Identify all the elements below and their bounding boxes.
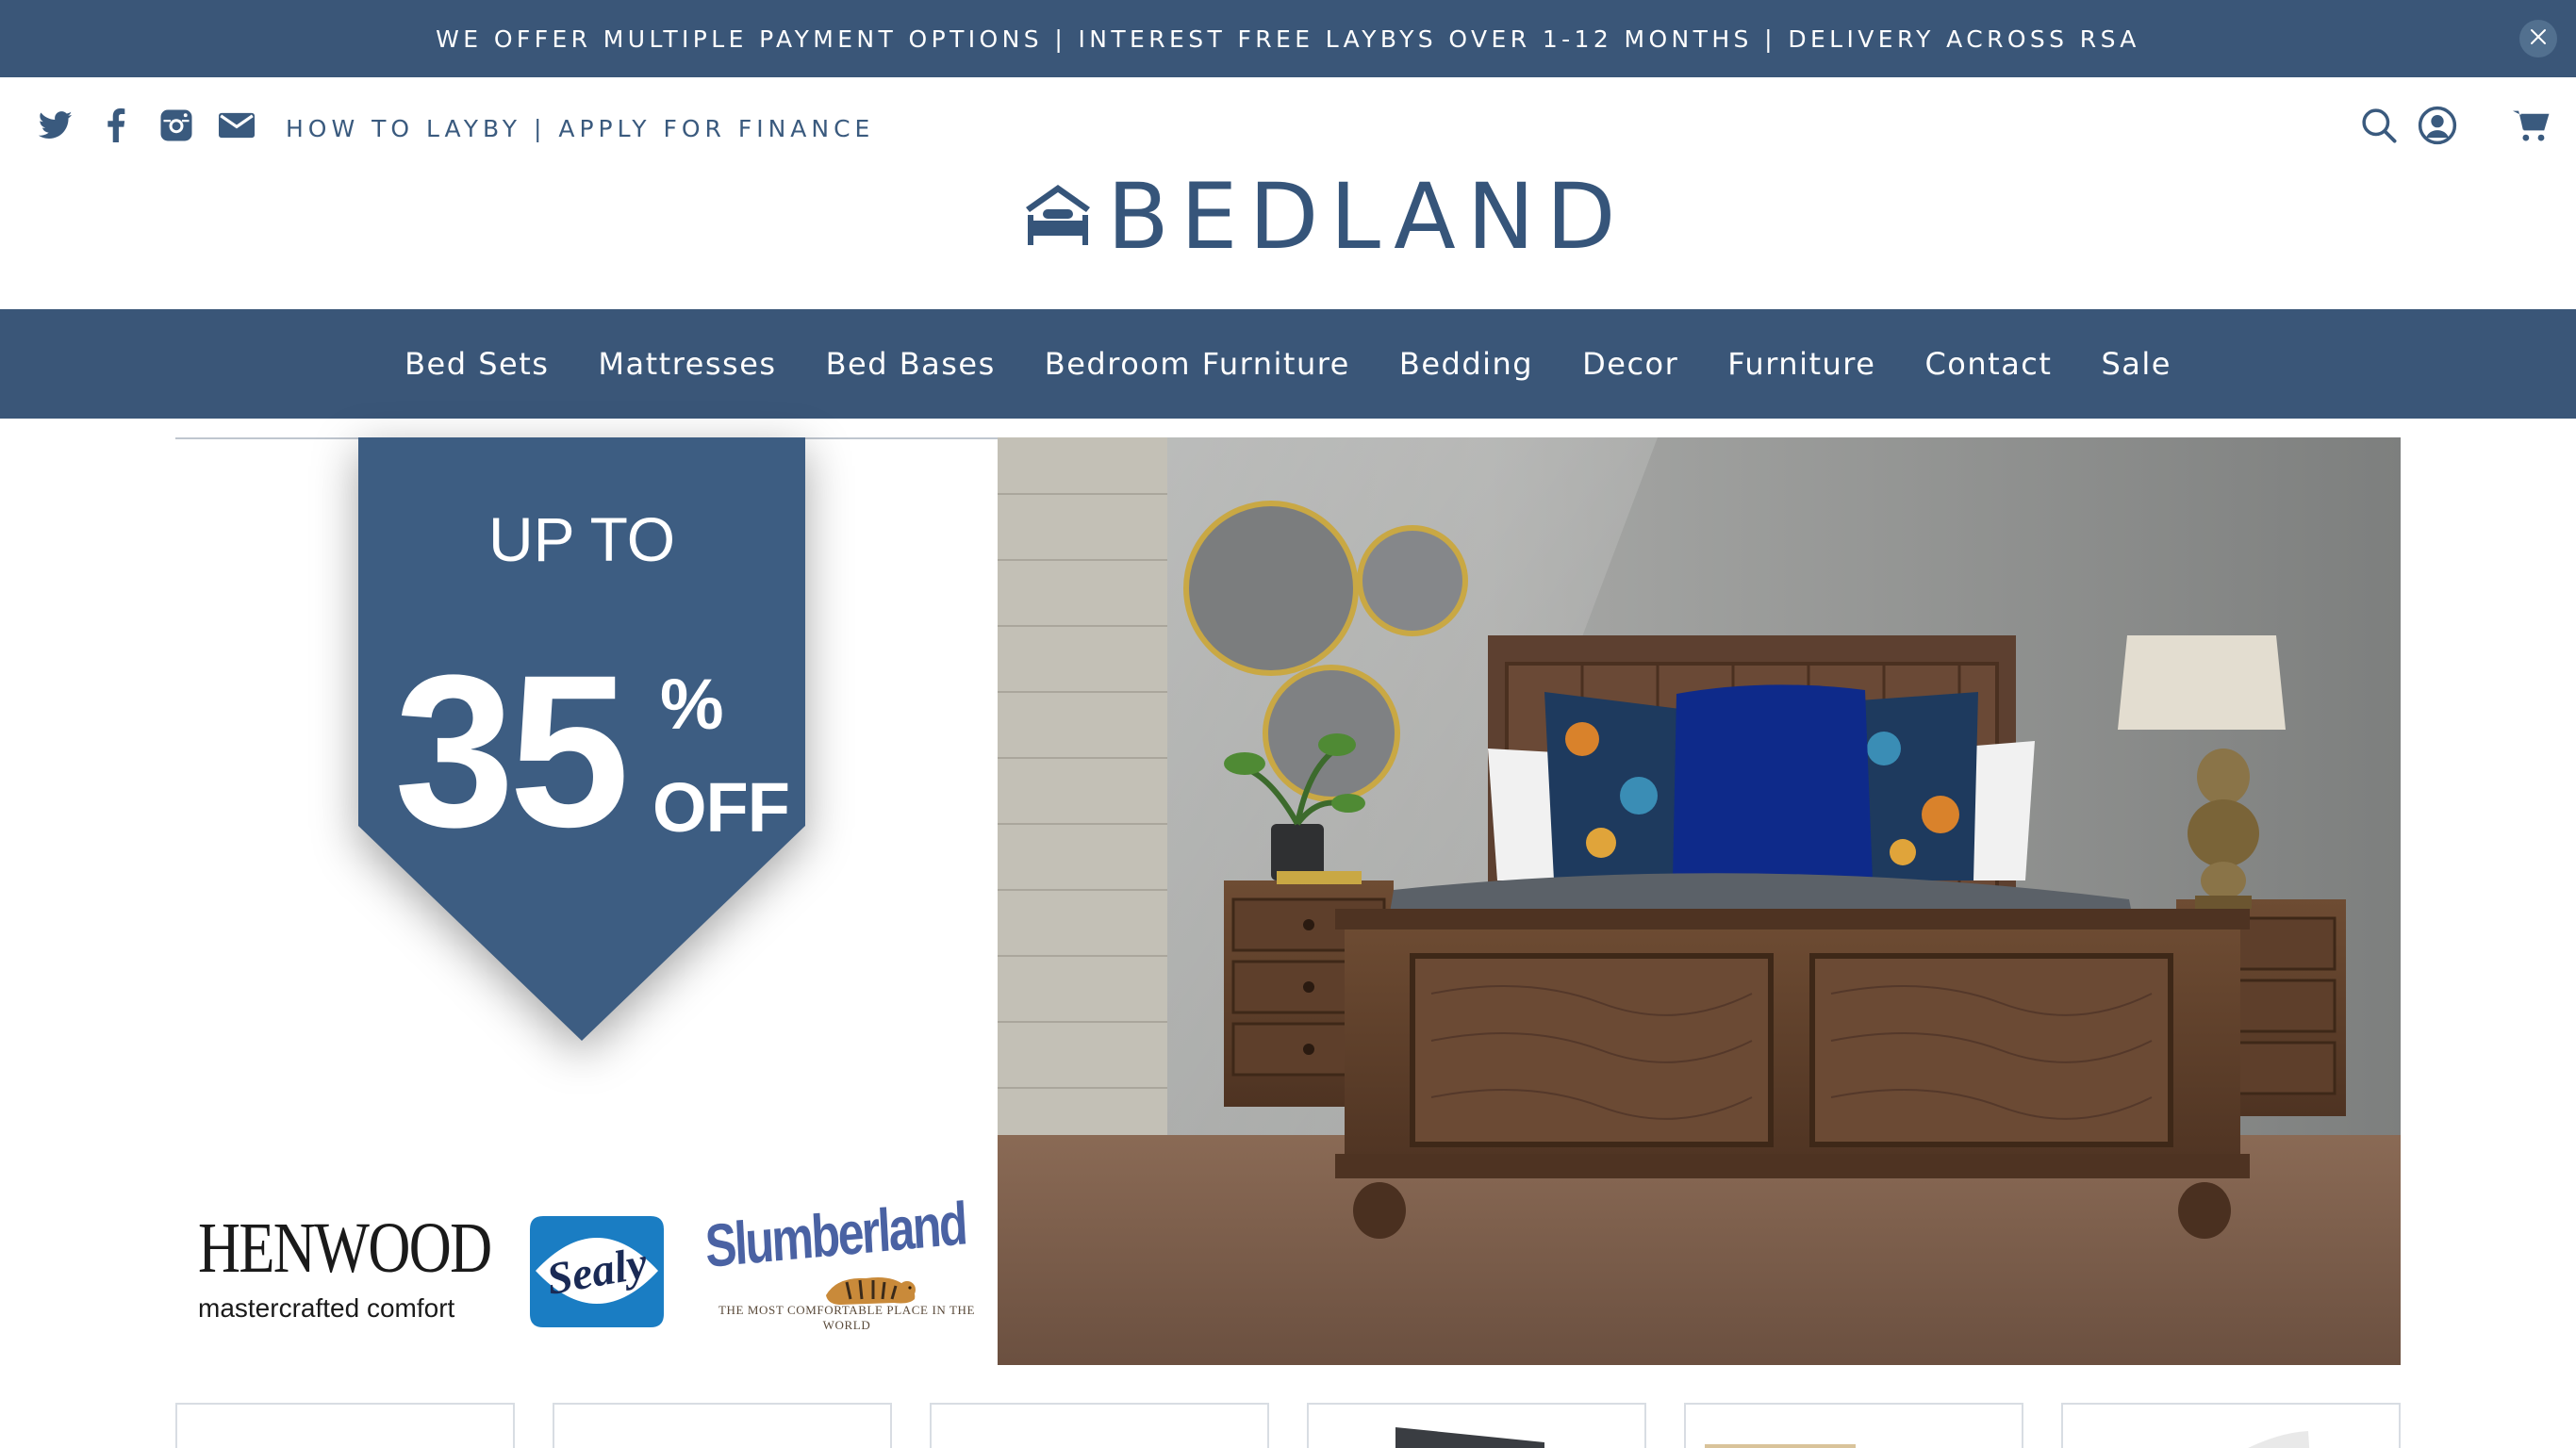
nav-item-bedroom-furniture[interactable]: Bedroom Furniture (1020, 346, 1375, 382)
henwood-tagline: mastercrafted comfort (198, 1293, 455, 1323)
announcement-text: WE OFFER MULTIPLE PAYMENT OPTIONS | INTE… (436, 25, 2140, 53)
ribbon-up-to-text: UP TO (487, 504, 676, 574)
cart-icon[interactable] (2512, 106, 2551, 145)
layby-finance-links: HOW TO LAYBY | APPLY FOR FINANCE (286, 115, 874, 142)
header-actions (2359, 106, 2551, 145)
close-announcement-button[interactable] (2519, 20, 2557, 58)
site-header: HOW TO LAYBY | APPLY FOR FINANCE BEDLAND (0, 77, 2576, 309)
account-icon[interactable] (2418, 106, 2457, 145)
nav-item-decor[interactable]: Decor (1558, 346, 1703, 382)
close-icon (2530, 28, 2547, 50)
main-navigation: Bed Sets Mattresses Bed Bases Bedroom Fu… (0, 309, 2576, 419)
apply-for-finance-link[interactable]: APPLY FOR FINANCE (558, 115, 874, 142)
bed-logo-icon (1022, 181, 1094, 254)
twitter-icon[interactable] (38, 107, 74, 143)
bedroom-hero-image[interactable] (998, 437, 2401, 1365)
henwood-brand-logo: HENWOOD mastercrafted comfort (198, 1209, 492, 1324)
ribbon-discount-number: 35 (394, 630, 630, 872)
mail-icon[interactable] (219, 107, 255, 143)
instagram-icon[interactable] (158, 107, 194, 143)
nav-item-sale[interactable]: Sale (2076, 346, 2196, 382)
product-card[interactable] (1307, 1403, 1646, 1448)
sealy-brand-logo: Sealy (526, 1210, 668, 1338)
announcement-bar: WE OFFER MULTIPLE PAYMENT OPTIONS | INTE… (0, 0, 2576, 77)
site-logo[interactable]: BEDLAND (1022, 172, 1627, 262)
nav-item-contact[interactable]: Contact (1900, 346, 2076, 382)
product-card[interactable] (553, 1403, 892, 1448)
nav-item-bed-sets[interactable]: Bed Sets (380, 346, 573, 382)
tiger-icon (826, 1277, 916, 1305)
search-icon[interactable] (2359, 106, 2399, 145)
nav-item-bed-bases[interactable]: Bed Bases (801, 346, 1020, 382)
discount-ribbon: UP TO 35 % OFF (358, 437, 805, 1041)
how-to-layby-link[interactable]: HOW TO LAYBY (286, 115, 521, 142)
ribbon-percent-sign: % (660, 665, 724, 745)
logo-text: BEDLAND (1107, 164, 1627, 270)
henwood-name: HENWOOD (198, 1209, 492, 1288)
nav-item-mattresses[interactable]: Mattresses (573, 346, 801, 382)
product-card[interactable] (2061, 1403, 2401, 1448)
product-card[interactable] (1684, 1403, 2023, 1448)
facebook-icon[interactable] (98, 107, 134, 143)
ribbon-off-text: OFF (652, 768, 790, 847)
product-card[interactable] (930, 1403, 1269, 1448)
social-links (38, 107, 255, 143)
nav-item-furniture[interactable]: Furniture (1703, 346, 1900, 382)
sale-banner[interactable]: UP TO 35 % OFF HENWOOD mastercrafted com… (175, 437, 998, 1365)
product-card[interactable] (175, 1403, 515, 1448)
product-cards-row (175, 1403, 2401, 1448)
nav-item-bedding[interactable]: Bedding (1375, 346, 1558, 382)
slumberland-brand-logo: Slumberland THE MOST COMFORTABLE PLACE I… (703, 1189, 988, 1333)
link-separator: | (533, 115, 547, 142)
